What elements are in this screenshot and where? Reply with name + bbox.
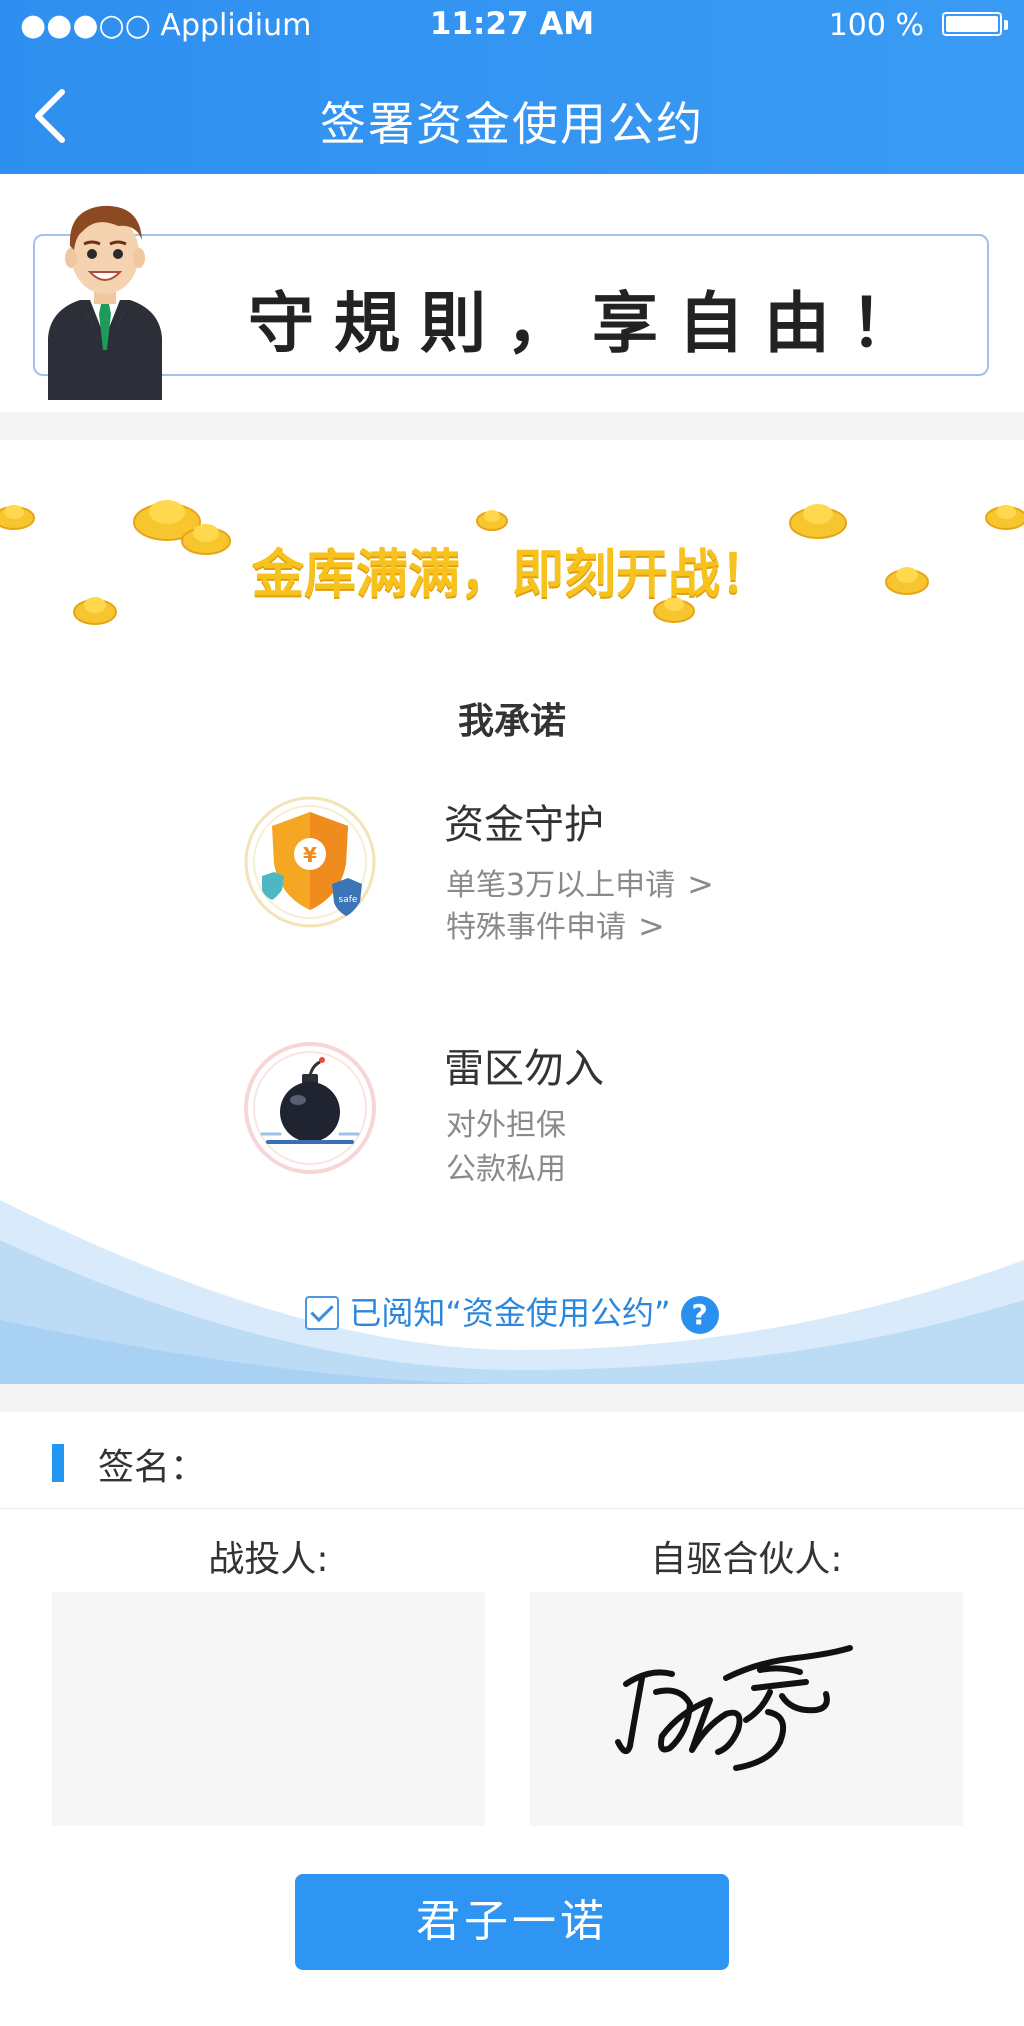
item-title-fund-guard: 资金守护 bbox=[444, 802, 604, 848]
svg-text:¥: ¥ bbox=[303, 843, 317, 867]
gold-ingot-icon bbox=[985, 505, 1024, 530]
link-special-event-application[interactable]: 特殊事件申请 > bbox=[446, 902, 665, 946]
handwritten-signature bbox=[615, 1645, 853, 1771]
shield-safe-icon: ¥ safe bbox=[244, 796, 376, 928]
item-line-guarantee: 对外担保 bbox=[446, 1108, 566, 1143]
businessman-icon bbox=[48, 205, 162, 400]
chevron-right-icon: > bbox=[638, 907, 665, 945]
submit-button[interactable]: 君子一诺 bbox=[295, 1874, 729, 1970]
section-marker bbox=[52, 1444, 64, 1482]
help-icon[interactable]: ? bbox=[680, 1296, 719, 1334]
party-label-partner: 自驱合伙人: bbox=[650, 1539, 843, 1580]
svg-text:safe: safe bbox=[339, 895, 358, 905]
acknowledge-text[interactable]: 已阅知“资金使用公约” bbox=[349, 1294, 670, 1332]
status-battery-text: 100 % bbox=[828, 8, 924, 43]
chevron-right-icon: > bbox=[687, 865, 714, 903]
acknowledge-row: 已阅知“资金使用公约”? bbox=[0, 1288, 1024, 1334]
gold-ingot-icon bbox=[476, 510, 508, 531]
bomb-icon bbox=[244, 1042, 376, 1174]
link-large-application[interactable]: 单笔3万以上申请 > bbox=[446, 860, 714, 904]
page-title: 签署资金使用公约 bbox=[320, 97, 704, 151]
status-bar: ●●●○○ Applidium 11:27 AM 100 % bbox=[0, 0, 1024, 50]
item-line-text: 特殊事件申请 bbox=[446, 910, 626, 945]
item-line-misuse: 公款私用 bbox=[446, 1152, 566, 1187]
app-header: ●●●○○ Applidium 11:27 AM 100 % 签署资金使用公约 bbox=[0, 0, 1024, 174]
item-line-text: 单笔3万以上申请 bbox=[446, 868, 676, 903]
divider bbox=[0, 1508, 1024, 1509]
promise-title: 我承诺 bbox=[457, 701, 566, 742]
signature-pad-investor[interactable] bbox=[52, 1592, 485, 1826]
party-label-investor: 战投人: bbox=[208, 1539, 329, 1580]
signature-label: 签名： bbox=[98, 1447, 207, 1488]
acknowledge-checkbox[interactable] bbox=[305, 1296, 340, 1330]
rules-banner: 守規則，享自由！ bbox=[0, 174, 1024, 412]
battery-icon bbox=[942, 12, 1008, 36]
gold-ingot-icon bbox=[0, 505, 35, 530]
promise-card: 金库满满，即刻开战！ 我承诺 ¥ safe 资金守护 单笔3万以上申请 > 特殊事… bbox=[0, 440, 1024, 1384]
signature-section: 签名： 战投人: 自驱合伙人: 君子一诺 bbox=[0, 1412, 1024, 2026]
slogan-text: 金库满满，即刻开战！ bbox=[251, 545, 772, 605]
signature-pad-partner[interactable] bbox=[530, 1592, 963, 1826]
item-title-minefield: 雷区勿入 bbox=[444, 1046, 604, 1092]
banner-text: 守規則，享自由！ bbox=[248, 284, 936, 362]
